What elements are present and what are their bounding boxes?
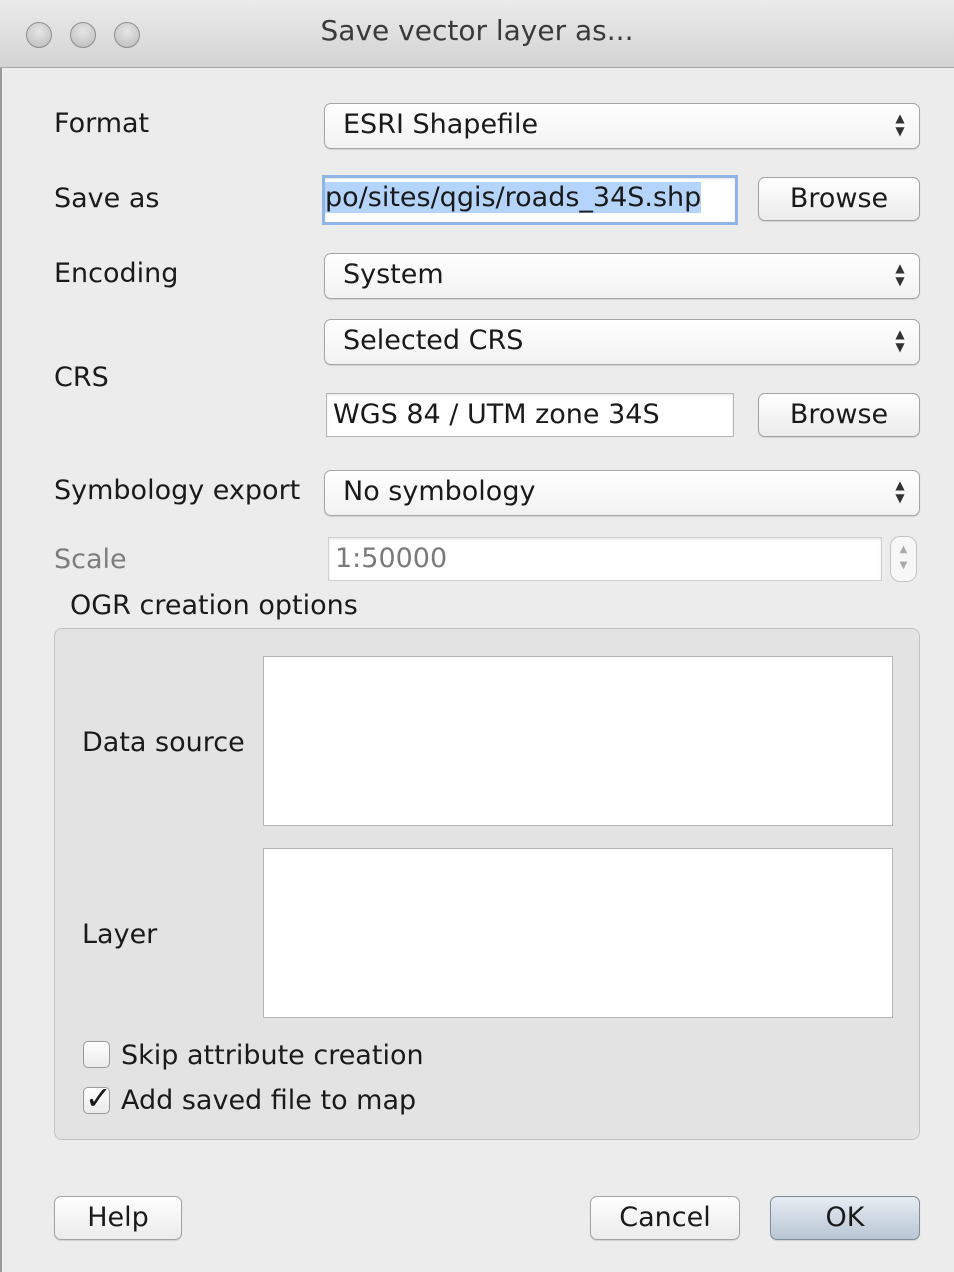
checkmark-icon: ✓ — [85, 1079, 112, 1117]
ogr-options-group: Data source Layer Skip attribute creatio… — [54, 628, 920, 1140]
save-as-input-value: po/sites/qgis/roads_34S.shp — [325, 182, 702, 213]
symbology-export-select[interactable]: No symbology ▲ ▼ — [324, 470, 920, 516]
crs-input[interactable]: WGS 84 / UTM zone 34S — [326, 393, 734, 437]
save-as-label: Save as — [54, 183, 160, 214]
crs-mode-select[interactable]: Selected CRS ▲ ▼ — [324, 319, 920, 365]
skip-attribute-label: Skip attribute creation — [121, 1040, 424, 1071]
skip-attribute-checkbox[interactable] — [83, 1041, 110, 1068]
updown-arrows-icon: ▲ ▼ — [895, 327, 905, 354]
encoding-label: Encoding — [54, 258, 179, 289]
ok-button[interactable]: OK — [770, 1196, 920, 1240]
layer-textarea[interactable] — [263, 848, 893, 1018]
format-label: Format — [54, 108, 150, 139]
scale-input-value: 1:50000 — [335, 543, 448, 574]
symbology-export-label: Symbology export — [54, 475, 301, 506]
format-select[interactable]: ESRI Shapefile ▲ ▼ — [324, 103, 920, 149]
scale-stepper[interactable]: ▲ ▼ — [890, 536, 917, 582]
format-select-value: ESRI Shapefile — [343, 109, 539, 140]
updown-arrows-icon: ▲ ▼ — [895, 261, 905, 288]
title-bar: Save vector layer as... — [0, 0, 954, 68]
scale-input[interactable]: 1:50000 — [328, 537, 882, 581]
layer-label: Layer — [82, 919, 158, 950]
data-source-textarea[interactable] — [263, 656, 893, 826]
stepper-arrows-icon: ▲ ▼ — [899, 544, 908, 571]
symbology-export-select-value: No symbology — [343, 476, 536, 507]
cancel-button[interactable]: Cancel — [590, 1196, 740, 1240]
updown-arrows-icon: ▲ ▼ — [895, 111, 905, 138]
encoding-select[interactable]: System ▲ ▼ — [324, 253, 920, 299]
crs-label: CRS — [54, 362, 109, 393]
add-to-map-checkbox[interactable]: ✓ — [83, 1079, 112, 1117]
crs-input-value: WGS 84 / UTM zone 34S — [333, 399, 660, 430]
save-as-input[interactable]: po/sites/qgis/roads_34S.shp — [322, 175, 738, 225]
save-as-browse-button[interactable]: Browse — [758, 177, 920, 221]
ogr-options-title: OGR creation options — [70, 590, 358, 621]
crs-browse-button[interactable]: Browse — [758, 393, 920, 437]
encoding-select-value: System — [343, 259, 444, 290]
updown-arrows-icon: ▲ ▼ — [895, 478, 905, 505]
crs-mode-select-value: Selected CRS — [343, 325, 524, 356]
window-title: Save vector layer as... — [320, 14, 634, 47]
help-button[interactable]: Help — [54, 1196, 182, 1240]
scale-label: Scale — [54, 544, 127, 575]
data-source-label: Data source — [82, 727, 245, 758]
add-to-map-label: Add saved file to map — [121, 1085, 417, 1116]
